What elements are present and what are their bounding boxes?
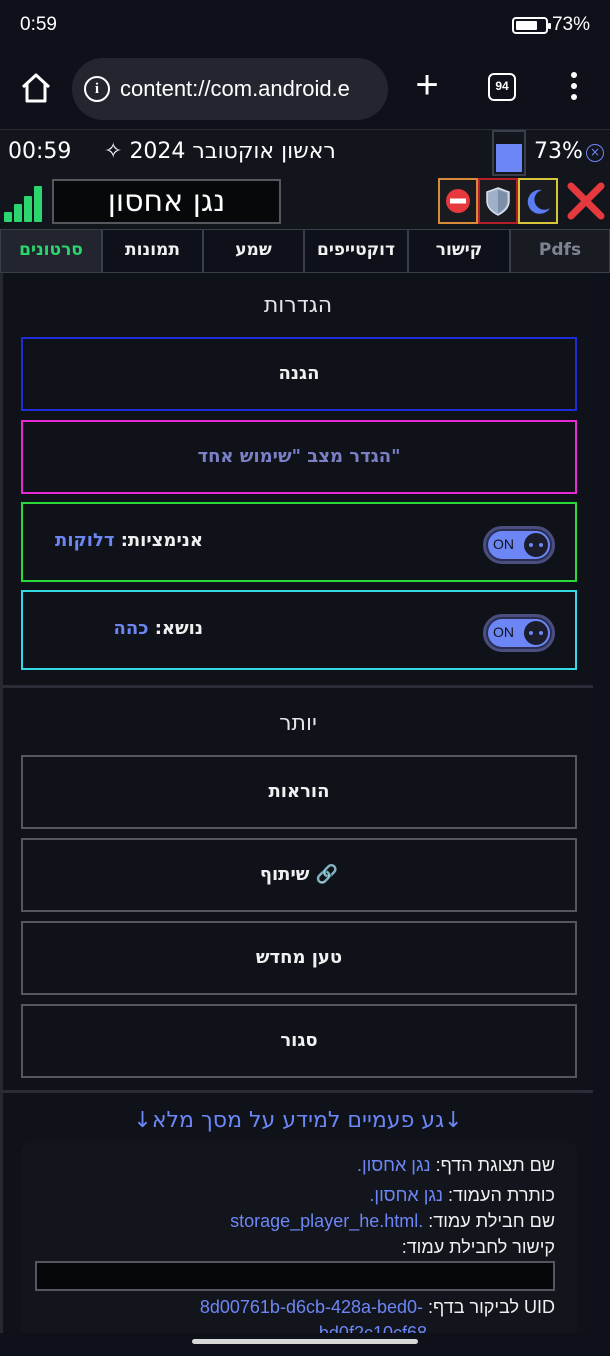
home-icon <box>21 73 51 103</box>
protection-button[interactable]: הגנה <box>21 337 577 411</box>
detail-display-name: שם תצוגת הדף: נגן אחסון. <box>357 1155 555 1175</box>
page-title: נגן אחסון <box>52 179 281 224</box>
new-tab-button[interactable]: + <box>410 65 444 105</box>
no-entry-icon <box>446 189 470 213</box>
status-battery-percent: 73% <box>551 14 590 35</box>
player-header: נגן אחסון <box>0 176 610 230</box>
signal-icon <box>4 182 50 222</box>
info-bar: 00:59 ראשון אוקטובר 2024 ✧ 73% × <box>0 129 610 176</box>
browser-toolbar: i content://com.android.e + 94 <box>0 52 610 128</box>
package-link-field[interactable] <box>35 1261 555 1291</box>
toggle-on-text: ON <box>493 624 514 640</box>
tab-doctypes[interactable]: דוקטייפים <box>304 229 408 273</box>
single-use-mode-button[interactable]: הגדר מצב "שימוש אחד" <box>21 420 577 494</box>
home-gesture-handle[interactable] <box>192 1339 418 1344</box>
info-date: ראשון אוקטובר 2024 ✧ <box>104 139 336 164</box>
battery-icon <box>512 17 551 34</box>
close-icon <box>567 182 605 220</box>
shield-button[interactable] <box>478 178 518 224</box>
moon-icon <box>527 189 550 214</box>
tab-switcher-button[interactable]: 94 <box>488 73 516 101</box>
theme-label: נושא: כהה <box>113 618 204 639</box>
color-swatch[interactable] <box>492 130 526 176</box>
more-title: יותר <box>279 711 317 736</box>
toggle-on-text: ON <box>493 536 514 552</box>
tab-audio[interactable]: שמע <box>203 229 304 273</box>
share-button[interactable]: שיתוף 🔗 <box>21 838 577 912</box>
animations-label: אנימציות: דלוקות <box>55 530 203 551</box>
detail-uid: UID לביקור בדף: 8d00761b-d6cb-428a-bed0- <box>199 1297 555 1317</box>
media-tabs: סרטונים תמונות שמע דוקטייפים קישור Pdfs <box>0 229 610 273</box>
section-divider <box>3 685 593 688</box>
theme-value: כהה <box>113 618 149 639</box>
theme-toggle[interactable]: ON <box>483 614 555 652</box>
home-button[interactable] <box>18 70 54 106</box>
tab-videos[interactable]: סרטונים <box>0 229 102 273</box>
animations-setting: אנימציות: דלוקות ON <box>21 502 577 582</box>
shield-icon <box>486 187 510 216</box>
fullscreen-hint[interactable]: ↓גע פעמיים למידע על מסך מלא↓ <box>3 1108 593 1133</box>
address-bar[interactable]: i content://com.android.e <box>72 58 388 120</box>
info-close-icon[interactable]: × <box>586 144 604 162</box>
close-button[interactable]: סגור <box>21 1004 577 1078</box>
toggle-knob-icon <box>524 621 548 645</box>
reload-button[interactable]: טען מחדש <box>21 921 577 995</box>
settings-panel: הגדרות הגנה הגדר מצב "שימוש אחד" אנימציו… <box>0 273 610 1356</box>
tab-pdfs[interactable]: Pdfs <box>510 229 610 273</box>
info-time: 00:59 <box>8 139 72 164</box>
status-time: 0:59 <box>20 14 57 35</box>
block-button[interactable] <box>438 178 478 224</box>
detail-package-name: שם חבילת עמוד: storage_player_he.html. <box>230 1211 555 1231</box>
info-icon[interactable]: i <box>84 76 110 102</box>
dark-mode-button[interactable] <box>518 178 558 224</box>
detail-page-title: כותרת העמוד: נגן אחסון. <box>369 1185 555 1205</box>
tab-link[interactable]: קישור <box>408 229 510 273</box>
instructions-button[interactable]: הוראות <box>21 755 577 829</box>
gesture-bar <box>0 1333 610 1356</box>
browser-menu-button[interactable] <box>562 72 586 102</box>
page-details: שם תצוגת הדף: נגן אחסון. כותרת העמוד: נג… <box>21 1141 577 1356</box>
detail-package-link-label: קישור לחבילת עמוד: <box>401 1237 555 1257</box>
close-player-button[interactable] <box>566 180 606 222</box>
toggle-knob-icon <box>524 533 548 557</box>
theme-setting: נושא: כהה ON <box>21 590 577 670</box>
tab-images[interactable]: תמונות <box>102 229 203 273</box>
animations-toggle[interactable]: ON <box>483 526 555 564</box>
animations-value: דלוקות <box>55 530 115 551</box>
url-text[interactable]: content://com.android.e <box>120 76 382 102</box>
info-battery-percent: 73% <box>534 139 583 164</box>
android-status-bar: 0:59 73% <box>0 0 610 52</box>
settings-title: הגדרות <box>263 293 333 318</box>
section-divider <box>3 1090 593 1093</box>
